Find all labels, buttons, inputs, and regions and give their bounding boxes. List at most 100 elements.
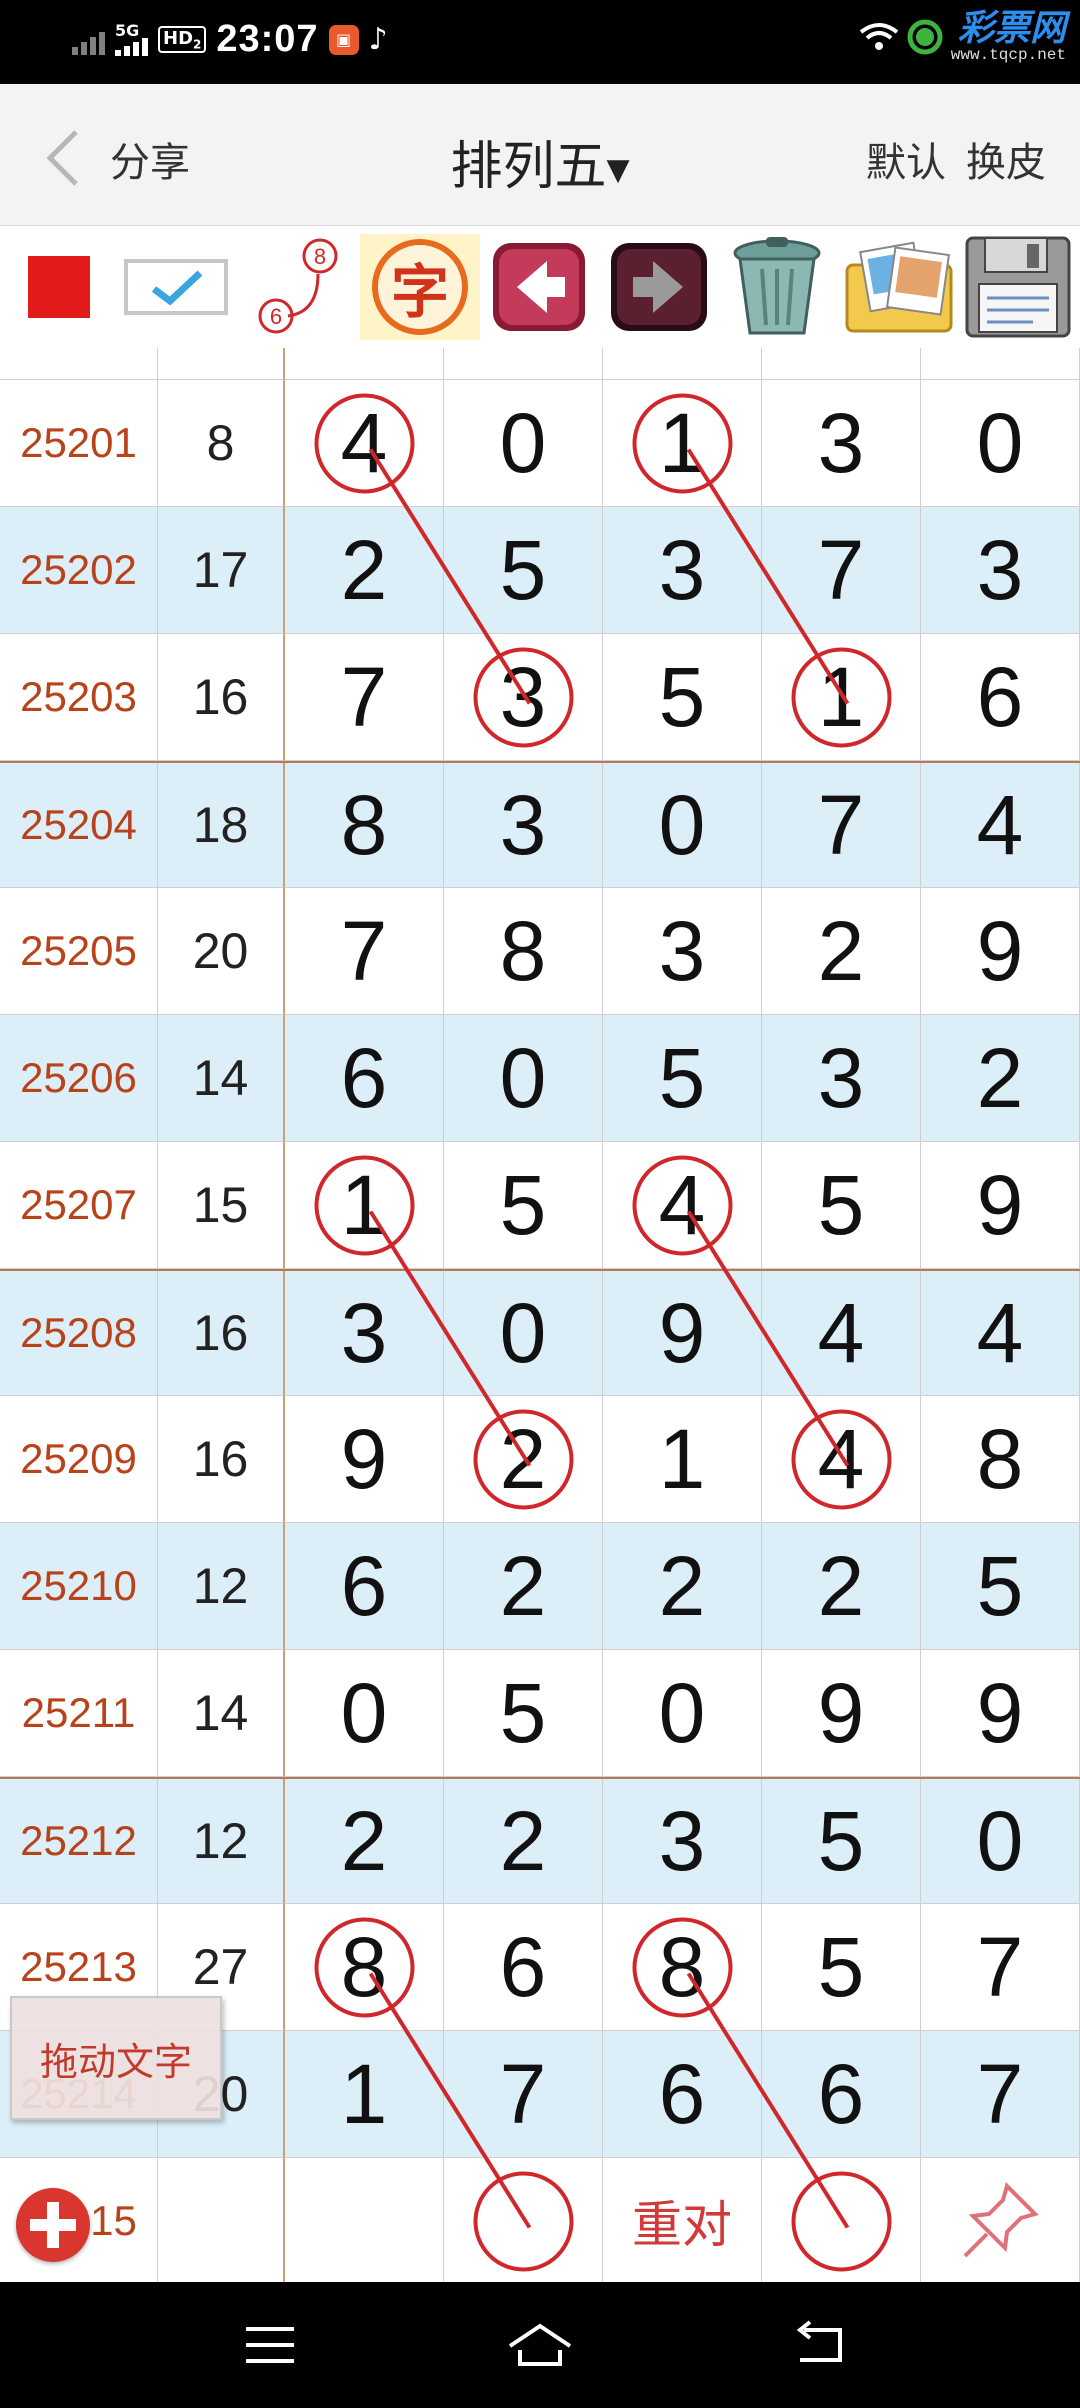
digit-cell[interactable]: 0 [921, 380, 1080, 507]
digit-cell[interactable]: 2 [762, 348, 921, 380]
digit-cell[interactable]: 5 [762, 1779, 921, 1904]
digit-cell[interactable]: 8 [603, 1904, 762, 2031]
digit-cell[interactable]: 5 [603, 1015, 762, 1142]
digit-cell[interactable]: 0 [285, 1650, 444, 1777]
digit-cell[interactable]: 1 [603, 1396, 762, 1523]
digit-cell[interactable]: 8 [285, 1904, 444, 2031]
digit-cell[interactable]: 9 [921, 1142, 1080, 1269]
home-nav-button[interactable] [500, 2312, 580, 2378]
digit-cell[interactable]: 5 [762, 1142, 921, 1269]
digit-cell[interactable]: 4 [762, 1271, 921, 1396]
back-nav-button[interactable] [780, 2312, 860, 2378]
digit-cell[interactable]: 2 [762, 888, 921, 1015]
digit-cell[interactable]: 3 [603, 1779, 762, 1904]
digit-cell[interactable]: 7 [762, 507, 921, 634]
digit-cell[interactable]: 6 [444, 1904, 603, 2031]
digit-cell[interactable]: 3 [444, 763, 603, 888]
network-type: 5G [115, 20, 140, 40]
digit-cell[interactable]: 8 [444, 888, 603, 1015]
digit-cell[interactable]: 2 [285, 1779, 444, 1904]
digit-cell[interactable]: 5 [603, 634, 762, 761]
digit-cell[interactable]: 2 [762, 1523, 921, 1650]
digit-cell[interactable]: 1 [603, 380, 762, 507]
digit-cell[interactable]: 9 [921, 1650, 1080, 1777]
issue-cell: 25212 [0, 1779, 158, 1904]
digit-cell[interactable]: 5 [444, 1650, 603, 1777]
sum-cell: 14 [158, 1650, 285, 1777]
digit-cell[interactable]: 0 [444, 380, 603, 507]
digit-cell[interactable]: 3 [762, 380, 921, 507]
checkbox-icon [124, 259, 228, 315]
digit-cell[interactable]: 6 [285, 1015, 444, 1142]
digit-cell[interactable]: 9 [921, 348, 1080, 380]
digit-cell[interactable]: 1 [285, 1142, 444, 1269]
digit-cell[interactable]: 0 [444, 1015, 603, 1142]
digit-cell[interactable]: 7 [444, 2031, 603, 2158]
sum-cell: 12 [158, 1523, 285, 1650]
digit-cell[interactable]: 7 [285, 634, 444, 761]
digit-cell[interactable]: 6 [762, 2031, 921, 2158]
digit-cell[interactable]: 0 [603, 763, 762, 888]
check-button[interactable]: 重对 [603, 2158, 762, 2282]
digit-cell[interactable]: 2 [921, 1015, 1080, 1142]
table-row: 25206 14 6 0 5 3 2 [0, 1015, 1080, 1142]
digit-cell[interactable]: 3 [921, 507, 1080, 634]
digit-cell[interactable]: 2 [603, 1523, 762, 1650]
digit-cell[interactable]: 0 [603, 1650, 762, 1777]
digit-cell[interactable]: 3 [762, 1015, 921, 1142]
digit-cell[interactable]: 2 [444, 1779, 603, 1904]
digit-cell[interactable]: 9 [762, 1650, 921, 1777]
change-skin-button[interactable]: 换皮 [966, 130, 1046, 188]
digit-cell[interactable]: 4 [921, 1271, 1080, 1396]
pin-button[interactable] [921, 2158, 1080, 2282]
digit-cell[interactable]: 5 [762, 1904, 921, 2031]
photo-album-icon [845, 241, 953, 333]
table-row-partial: 21129 [0, 348, 1080, 380]
digit-cell[interactable]: 4 [921, 763, 1080, 888]
page-title: 排列五 [450, 137, 607, 197]
digit-cell[interactable]: 8 [921, 1396, 1080, 1523]
menu-nav-button[interactable] [230, 2312, 310, 2378]
digit-cell[interactable]: 2 [285, 348, 444, 380]
digit-cell[interactable]: 5 [921, 1523, 1080, 1650]
back-arrow-icon [796, 2320, 842, 2362]
text-tool-icon: 字 [372, 239, 468, 335]
sum-cell: 20 [158, 888, 285, 1015]
digit-cell[interactable]: 7 [285, 888, 444, 1015]
digit-cell[interactable]: 5 [444, 507, 603, 634]
digit-cell[interactable]: 9 [285, 1396, 444, 1523]
digit-cell[interactable]: 6 [921, 634, 1080, 761]
text-tool-button[interactable]: 字 [360, 234, 480, 340]
digit-cell[interactable]: 4 [603, 1142, 762, 1269]
digit-cell[interactable]: 8 [285, 763, 444, 888]
pin-icon [963, 2182, 1039, 2258]
empty-digit-cell[interactable] [285, 2158, 444, 2282]
issue-cell: 25202 [0, 507, 158, 634]
default-button[interactable]: 默认 [866, 130, 946, 188]
drag-text-label[interactable]: 拖动文字 [10, 1996, 222, 2120]
save-button[interactable] [962, 234, 1074, 340]
clear-button[interactable] [720, 234, 834, 340]
digit-cell[interactable]: 4 [285, 380, 444, 507]
digit-cell[interactable]: 3 [603, 888, 762, 1015]
digit-cell[interactable]: 9 [921, 888, 1080, 1015]
digit-cell[interactable]: 7 [921, 2031, 1080, 2158]
album-button[interactable] [840, 234, 958, 340]
check-tool-button[interactable] [120, 234, 232, 340]
color-picker-button[interactable] [26, 234, 92, 340]
digit-cell[interactable]: 7 [762, 763, 921, 888]
digit-cell[interactable]: 7 [921, 1904, 1080, 2031]
digit-cell[interactable]: 6 [285, 1523, 444, 1650]
sum-cell: 16 [158, 634, 285, 761]
digit-cell[interactable]: 1 [444, 348, 603, 380]
digit-cell[interactable]: 0 [444, 1271, 603, 1396]
undo-button[interactable] [488, 234, 590, 340]
digit-cell[interactable]: 1 [603, 348, 762, 380]
sum-cell: 16 [158, 1396, 285, 1523]
digit-cell[interactable]: 5 [444, 1142, 603, 1269]
add-button[interactable] [16, 2188, 90, 2262]
redo-button[interactable] [606, 234, 712, 340]
line-tool-button[interactable]: 8 6 [252, 234, 344, 340]
digit-cell[interactable]: 2 [444, 1523, 603, 1650]
digit-cell[interactable]: 0 [921, 1779, 1080, 1904]
